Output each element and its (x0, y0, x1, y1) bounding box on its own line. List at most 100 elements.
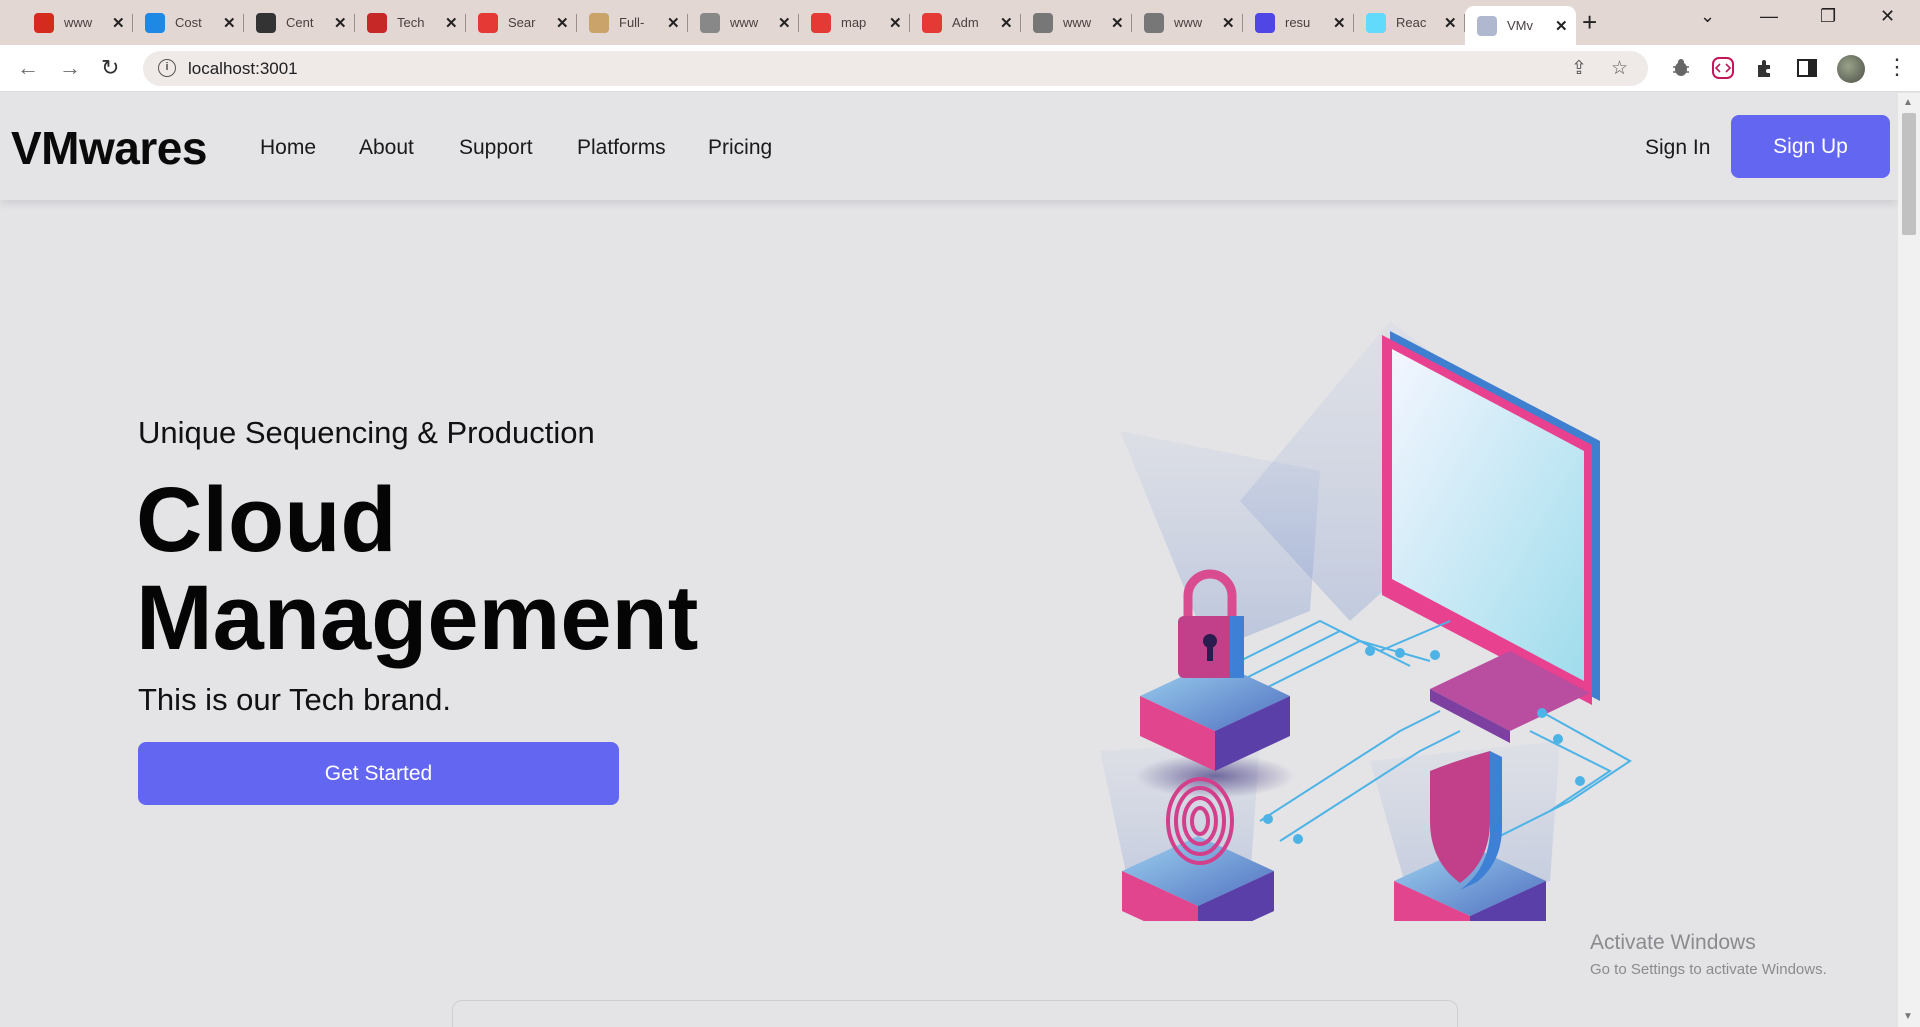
s-logo-icon (478, 12, 498, 33)
site-info-icon[interactable]: i (158, 59, 176, 77)
site-header: VMwares Home About Support Platforms Pri… (0, 93, 1898, 200)
tab-title[interactable]: Sear (508, 15, 546, 30)
shield-logo-icon (145, 12, 165, 33)
tab-close-icon[interactable]: ✕ (1444, 14, 1457, 32)
browser-tab[interactable]: Cent ✕ (244, 6, 355, 39)
address-url[interactable]: localhost:3001 (188, 59, 298, 79)
tab-close-icon[interactable]: ✕ (1222, 14, 1235, 32)
scrollbar-thumb[interactable] (1902, 113, 1916, 235)
tab-title[interactable]: VMv (1507, 18, 1545, 33)
address-bar[interactable]: i localhost:3001 ⇪ ☆ (143, 51, 1648, 86)
browser-tab[interactable]: Tech ✕ (355, 6, 466, 39)
restore-button[interactable]: ❐ (1820, 6, 1836, 27)
maple-leaf-icon (34, 12, 54, 33)
browser-tab[interactable]: map ✕ (799, 6, 910, 39)
c-outline-icon (589, 12, 609, 33)
tab-close-icon[interactable]: ✕ (445, 14, 458, 32)
browser-toolbar: ← → ↻ i localhost:3001 ⇪ ☆ ⋮ (0, 45, 1920, 92)
extensions-puzzle-icon[interactable] (1754, 57, 1776, 79)
hero-illustration (1100, 321, 1632, 921)
browser-tab[interactable]: VMv ✕ (1465, 6, 1576, 45)
hero-headline-line2: Management (136, 567, 699, 669)
tab-title[interactable]: resu (1285, 15, 1323, 30)
tab-title[interactable]: www (1174, 15, 1212, 30)
tab-close-icon[interactable]: ✕ (778, 14, 791, 32)
tab-title[interactable]: Full- (619, 15, 657, 30)
nav-home[interactable]: Home (260, 136, 316, 160)
browser-tab[interactable]: www ✕ (1132, 6, 1243, 39)
tab-title[interactable]: Reac (1396, 15, 1434, 30)
doc-icon (1033, 12, 1053, 33)
page-scrollbar[interactable]: ▲ ▼ (1898, 93, 1920, 1027)
tab-title[interactable]: www (64, 15, 102, 30)
globe-icon (1477, 15, 1497, 36)
close-window-button[interactable]: ✕ (1880, 6, 1895, 27)
browser-tab[interactable]: www ✕ (688, 6, 799, 39)
tab-close-icon[interactable]: ✕ (1000, 14, 1013, 32)
windows-activation-watermark: Activate Windows Go to Settings to activ… (1590, 931, 1827, 978)
scroll-down-arrow[interactable]: ▼ (1903, 1011, 1913, 1022)
bug-extension-icon[interactable] (1670, 57, 1692, 79)
tab-close-icon[interactable]: ✕ (889, 14, 902, 32)
tab-close-icon[interactable]: ✕ (556, 14, 569, 32)
next-section-card (452, 1000, 1458, 1027)
forward-button[interactable]: → (59, 55, 81, 81)
bars-logo-icon (367, 12, 387, 33)
browser-tab[interactable]: www ✕ (1021, 6, 1132, 39)
hero-headline: Cloud Management (136, 471, 698, 667)
tab-close-icon[interactable]: ✕ (112, 14, 125, 32)
reload-button[interactable]: ↻ (101, 55, 119, 81)
code-extension-icon[interactable] (1712, 57, 1734, 79)
tab-strip: www ✕ Cost ✕ Cent ✕ Tech ✕ Sear ✕ Full- ✕ www ✕ map ✕ Ad… (0, 0, 1920, 45)
nav-about[interactable]: About (359, 136, 414, 160)
browser-tab[interactable]: Sear ✕ (466, 6, 577, 39)
browser-menu-icon[interactable]: ⋮ (1886, 54, 1908, 80)
browser-tab[interactable]: Reac ✕ (1354, 6, 1465, 39)
bookmark-star-icon[interactable]: ☆ (1611, 57, 1628, 80)
tab-close-icon[interactable]: ✕ (334, 14, 347, 32)
red-globe-icon (922, 12, 942, 33)
tab-title[interactable]: Cost (175, 15, 213, 30)
watermark-subtitle: Go to Settings to activate Windows. (1590, 961, 1827, 978)
tab-title[interactable]: map (841, 15, 879, 30)
hero-eyebrow: Unique Sequencing & Production (138, 415, 595, 450)
browser-tab[interactable]: Cost ✕ (133, 6, 244, 39)
browser-tab[interactable]: resu ✕ (1243, 6, 1354, 39)
tab-title[interactable]: Tech (397, 15, 435, 30)
new-tab-button[interactable]: + (1582, 7, 1597, 38)
watermark-title: Activate Windows (1590, 931, 1756, 954)
side-panel-icon[interactable] (1796, 57, 1818, 79)
profile-avatar[interactable] (1837, 55, 1865, 83)
tab-title[interactable]: Cent (286, 15, 324, 30)
hero-tagline: This is our Tech brand. (138, 682, 452, 717)
sign-up-button[interactable]: Sign Up (1731, 115, 1890, 178)
tab-title[interactable]: Adm (952, 15, 990, 30)
browser-tab[interactable]: www ✕ (22, 6, 133, 39)
sign-in-link[interactable]: Sign In (1645, 136, 1710, 160)
doc-icon (1144, 12, 1164, 33)
page-viewport: VMwares Home About Support Platforms Pri… (0, 93, 1898, 1027)
nav-pricing[interactable]: Pricing (708, 136, 772, 160)
nav-platforms[interactable]: Platforms (577, 136, 666, 160)
nav-support[interactable]: Support (459, 136, 533, 160)
tab-close-icon[interactable]: ✕ (667, 14, 680, 32)
minimize-button[interactable]: — (1760, 6, 1778, 27)
red-globe-icon (811, 12, 831, 33)
c-logo-icon (256, 12, 276, 33)
share-icon[interactable]: ⇪ (1571, 57, 1587, 80)
brand-logo[interactable]: VMwares (11, 121, 207, 175)
browser-tab[interactable]: Full- ✕ (577, 6, 688, 39)
tab-close-icon[interactable]: ✕ (1333, 14, 1346, 32)
google-icon (700, 12, 720, 33)
tab-search-icon[interactable]: ⌄ (1700, 6, 1715, 27)
hero-headline-line1: Cloud (136, 469, 397, 571)
browser-tab[interactable]: Adm ✕ (910, 6, 1021, 39)
tab-close-icon[interactable]: ✕ (1555, 17, 1568, 35)
get-started-button[interactable]: Get Started (138, 742, 619, 805)
tab-close-icon[interactable]: ✕ (1111, 14, 1124, 32)
scroll-up-arrow[interactable]: ▲ (1903, 97, 1913, 108)
tab-title[interactable]: www (1063, 15, 1101, 30)
back-button[interactable]: ← (17, 55, 39, 81)
tab-close-icon[interactable]: ✕ (223, 14, 236, 32)
tab-title[interactable]: www (730, 15, 768, 30)
